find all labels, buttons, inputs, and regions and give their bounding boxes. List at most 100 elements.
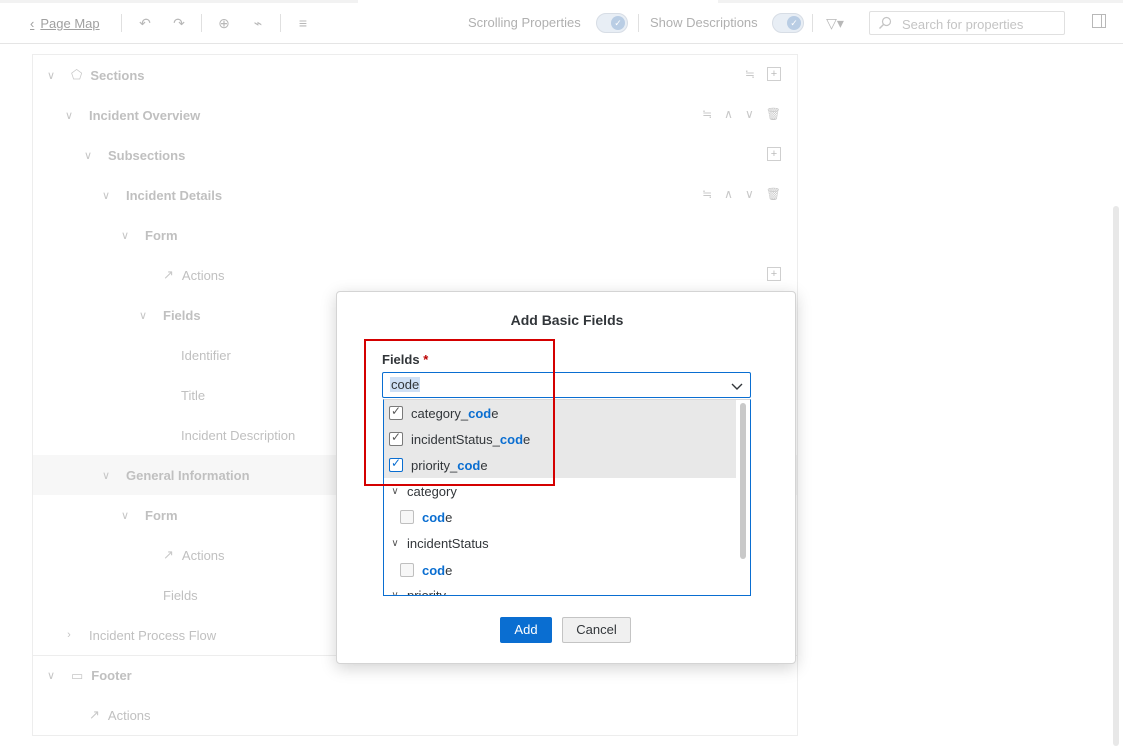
footer-icon: ▭	[71, 667, 84, 683]
tree-label: Subsections	[108, 147, 186, 163]
row-tools: +	[767, 147, 781, 161]
tree-row-form[interactable]: ∨ Form	[33, 215, 797, 255]
chevron-down-icon[interactable]	[730, 379, 744, 393]
tree-row-subsections[interactable]: ∨ Subsections +	[33, 135, 797, 175]
list-item[interactable]: code	[384, 504, 736, 530]
tree-label: Incident Details	[126, 187, 223, 203]
tree-label: Sections	[90, 67, 145, 83]
tree-label: Actions	[181, 267, 225, 283]
search-icon	[879, 16, 892, 29]
tree-row-incident-overview[interactable]: ∨ Incident Overview ≒ ∧ ∨ 🗑	[33, 95, 797, 135]
cancel-button[interactable]: Cancel	[562, 617, 631, 643]
tree-row-sections[interactable]: ∨ ⬠ Sections ≒ +	[33, 55, 797, 95]
chevron-down-icon[interactable]: ∨	[119, 229, 131, 242]
move-down-icon[interactable]: ∨	[745, 107, 754, 121]
add-button[interactable]: Add	[500, 617, 552, 643]
checkbox[interactable]	[400, 510, 414, 524]
external-link-icon: ↗	[163, 267, 174, 282]
show-descriptions-label: Show Descriptions	[650, 15, 758, 30]
external-link-icon: ↗	[163, 547, 174, 562]
delete-icon[interactable]: 🗑	[766, 187, 781, 201]
page-map-label: Page Map	[40, 15, 100, 31]
external-link-icon: ↗	[89, 707, 100, 722]
tree-label: Incident Process Flow	[89, 627, 217, 643]
toolbar: ‹ Page Map ↶ ↷ ⊕ ⌁ ≡ Scrolling Propertie…	[0, 0, 1123, 44]
side-panel-icon[interactable]	[1090, 14, 1108, 32]
chevron-right-icon[interactable]: ›	[63, 629, 75, 641]
tree-label: Fields	[163, 307, 201, 323]
chevron-down-icon[interactable]: ∨	[389, 538, 401, 549]
chevron-down-icon[interactable]: ∨	[100, 469, 112, 482]
page-map-back-link[interactable]: ‹ Page Map	[30, 12, 100, 34]
tree-row-incident-details[interactable]: ∨ Incident Details ≒ ∧ ∨ 🗑	[33, 175, 797, 215]
outline-icon[interactable]: ≡	[294, 14, 312, 32]
move-up-icon[interactable]: ∧	[724, 107, 733, 121]
chevron-down-icon[interactable]: ∨	[82, 149, 94, 162]
move-down-icon[interactable]: ∨	[745, 187, 754, 201]
add-icon[interactable]: +	[767, 267, 781, 281]
sort-icon[interactable]: ≒	[745, 67, 755, 81]
filter-icon[interactable]: ▽▾	[822, 14, 848, 32]
chevron-down-icon[interactable]: ∨	[137, 309, 149, 322]
chevron-left-icon: ‹	[30, 15, 35, 31]
tree-label: Fields	[163, 587, 198, 603]
chevron-down-icon[interactable]: ∨	[45, 669, 57, 682]
redo-icon[interactable]: ↷	[170, 14, 188, 32]
group-label: incidentStatus	[407, 535, 489, 551]
chevron-down-icon[interactable]: ∨	[119, 509, 131, 522]
search-input[interactable]: Search for properties	[869, 11, 1065, 35]
sort-icon[interactable]: ≒	[702, 107, 712, 121]
tree-row-actions[interactable]: ↗ Actions +	[33, 255, 797, 295]
brush-icon[interactable]: ⌁	[249, 14, 267, 32]
move-up-icon[interactable]: ∧	[724, 187, 733, 201]
globe-icon[interactable]: ⊕	[215, 14, 233, 32]
row-tools: +	[767, 267, 781, 281]
tab-strip	[0, 0, 1123, 3]
checkbox[interactable]	[400, 563, 414, 577]
search-placeholder: Search for properties	[902, 17, 1024, 32]
sort-icon[interactable]: ≒	[702, 187, 712, 201]
sections-icon: ⬠	[71, 67, 83, 82]
item-label: code	[422, 509, 453, 525]
tree-label: Actions	[181, 547, 225, 563]
group-header-incident-status[interactable]: ∨ incidentStatus	[384, 530, 736, 556]
row-tools: ≒ ∧ ∨ 🗑	[702, 107, 781, 121]
show-descriptions-toggle[interactable]: ✓	[772, 13, 804, 33]
divider	[280, 14, 281, 32]
tree-label: Footer	[91, 668, 132, 683]
divider	[121, 14, 122, 32]
chevron-down-icon[interactable]: ∨	[100, 189, 112, 202]
scrolling-properties-label: Scrolling Properties	[468, 15, 581, 30]
check-icon: ✓	[611, 16, 625, 30]
tree-row-footer-actions[interactable]: ↗ Actions	[33, 695, 797, 735]
add-icon[interactable]: +	[767, 67, 781, 81]
annotation-highlight-box	[364, 339, 555, 486]
tree-label: Title	[181, 387, 206, 403]
divider	[812, 14, 813, 32]
scrolling-properties-toggle[interactable]: ✓	[596, 13, 628, 33]
tree-label: Form	[145, 507, 178, 523]
tree-label: General Information	[126, 467, 250, 483]
dropdown-scrollbar[interactable]	[740, 403, 746, 559]
add-icon[interactable]: +	[767, 147, 781, 161]
item-label: code	[422, 562, 453, 578]
active-tab[interactable]	[358, 0, 718, 3]
check-icon: ✓	[787, 16, 801, 30]
undo-icon[interactable]: ↶	[136, 14, 154, 32]
row-tools: ≒ ∧ ∨ 🗑	[702, 187, 781, 201]
chevron-down-icon[interactable]: ∨	[45, 69, 57, 82]
divider	[201, 14, 202, 32]
divider	[638, 14, 639, 32]
chevron-down-icon[interactable]: ∨	[63, 109, 75, 122]
chevron-down-icon[interactable]: ∨	[389, 486, 401, 497]
dialog-title: Add Basic Fields	[510, 312, 624, 328]
row-tools: ≒ +	[745, 67, 781, 81]
group-header-priority[interactable]: ∨ priority	[384, 582, 736, 596]
delete-icon[interactable]: 🗑	[766, 107, 781, 121]
list-item[interactable]: code	[384, 557, 736, 583]
tree-label: Incident Description	[181, 427, 296, 443]
chevron-down-icon[interactable]: ∨	[389, 590, 401, 596]
tree-label: Incident Overview	[89, 107, 201, 123]
tree-label: Identifier	[181, 347, 231, 363]
page-scrollbar[interactable]	[1113, 206, 1119, 746]
